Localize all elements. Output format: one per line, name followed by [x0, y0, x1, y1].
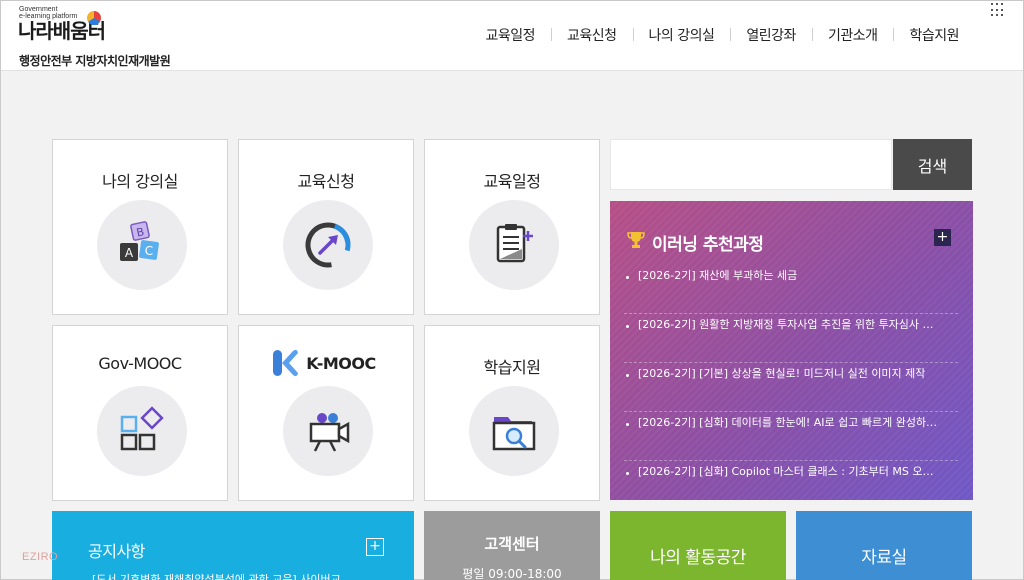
list-item[interactable]: [2026-2기] [심화] Copilot 마스터 클래스 : 기초부터 MS… — [624, 461, 958, 510]
org-name: 행정안전부 지방자치인재개발원 — [19, 54, 171, 68]
recommended-course-list: [2026-2기] 재산에 부과하는 세금 [2026-2기] 원활한 지방재정… — [624, 265, 958, 510]
tile-support[interactable]: 학습지원 — [424, 325, 600, 501]
nav-item-my-classroom[interactable]: 나의 강의실 — [632, 25, 731, 45]
folder-search-icon — [469, 386, 559, 476]
nav-item-open-courses[interactable]: 열린강좌 — [730, 25, 812, 45]
tile-label: 학습지원 — [483, 358, 541, 377]
nav-item-about[interactable]: 기관소개 — [811, 25, 894, 45]
shapes-icon — [97, 386, 187, 476]
tile-k-mooc[interactable]: K-MOOC — [238, 325, 414, 501]
nav-item-apply[interactable]: 교육신청 — [551, 25, 633, 45]
search-button[interactable]: 검색 — [893, 139, 972, 190]
tile-my-classroom[interactable]: 나의 강의실 B A C — [52, 139, 228, 315]
video-camera-icon — [283, 386, 373, 476]
tile-label: 교육신청 — [297, 172, 355, 191]
list-item[interactable]: [2026-2기] 재산에 부과하는 세금 — [624, 265, 958, 314]
tile-gov-mooc[interactable]: Gov-MOOC — [52, 325, 228, 501]
search-input[interactable] — [610, 139, 892, 190]
recommended-courses-heading: 이러닝 추천과정 — [652, 235, 764, 255]
notice-more-button[interactable]: + — [366, 538, 384, 556]
tile-label: 나의 강의실 — [102, 172, 178, 191]
recommended-courses-panel: 이러닝 추천과정 + [2026-2기] 재산에 부과하는 세금 [2026-2… — [610, 201, 973, 500]
notice-item[interactable]: [도서 기후변화 재해취약성분석에 관한 교육] 사이버교… — [92, 571, 392, 580]
svg-text:A: A — [125, 246, 134, 260]
site-header: Government e-learning platform 나라배움터 행정안… — [1, 1, 1023, 71]
tile-schedule[interactable]: 교육일정 — [424, 139, 600, 315]
abc-blocks-icon: B A C — [97, 200, 187, 290]
list-item[interactable]: [2026-2기] 원활한 지방재정 투자사업 추진을 위한 투자심사 … — [624, 314, 958, 363]
list-item[interactable]: [2026-2기] [기본] 상상을 현실로! 미드저니 실전 이미지 제작 — [624, 363, 958, 412]
notice-title: 공지사항 — [88, 542, 145, 561]
k-mooc-logo-icon — [271, 348, 301, 378]
my-activity-space-button[interactable]: 나의 활동공간 — [610, 511, 786, 580]
list-item[interactable]: [2026-2기] [심화] 데이터를 한눈에! AI로 쉽고 빠르게 완성하… — [624, 412, 958, 461]
clipboard-add-icon — [469, 200, 559, 290]
logo-mark-icon — [87, 11, 101, 25]
recommended-more-button[interactable]: + — [934, 229, 951, 246]
customer-center-hours: 평일 09:00-18:00 — [462, 567, 562, 580]
main-nav: 교육일정 교육신청 나의 강의실 열린강좌 기관소개 학습지원 — [469, 25, 975, 45]
archive-button[interactable]: 자료실 — [796, 511, 972, 580]
notice-panel: 공지사항 + [도서 기후변화 재해취약성분석에 관한 교육] 사이버교… — [52, 511, 414, 580]
trophy-icon — [626, 230, 646, 255]
nav-item-support[interactable]: 학습지원 — [893, 25, 975, 45]
customer-center-panel: 고객센터 평일 09:00-18:00 — [424, 511, 600, 580]
customer-center-title: 고객센터 — [484, 535, 540, 553]
tile-label: K-MOOC — [306, 354, 376, 373]
tile-apply[interactable]: 교육신청 — [238, 139, 414, 315]
progress-arrow-icon — [283, 200, 373, 290]
watermark: EZIRO — [22, 551, 59, 563]
all-menu-grid-icon[interactable] — [991, 3, 1005, 17]
svg-text:C: C — [145, 244, 153, 258]
nav-item-schedule[interactable]: 교육일정 — [469, 25, 551, 45]
tile-label: 교육일정 — [483, 172, 541, 191]
recommended-courses-title: 이러닝 추천과정 — [626, 230, 764, 255]
tile-label: Gov-MOOC — [98, 354, 182, 373]
